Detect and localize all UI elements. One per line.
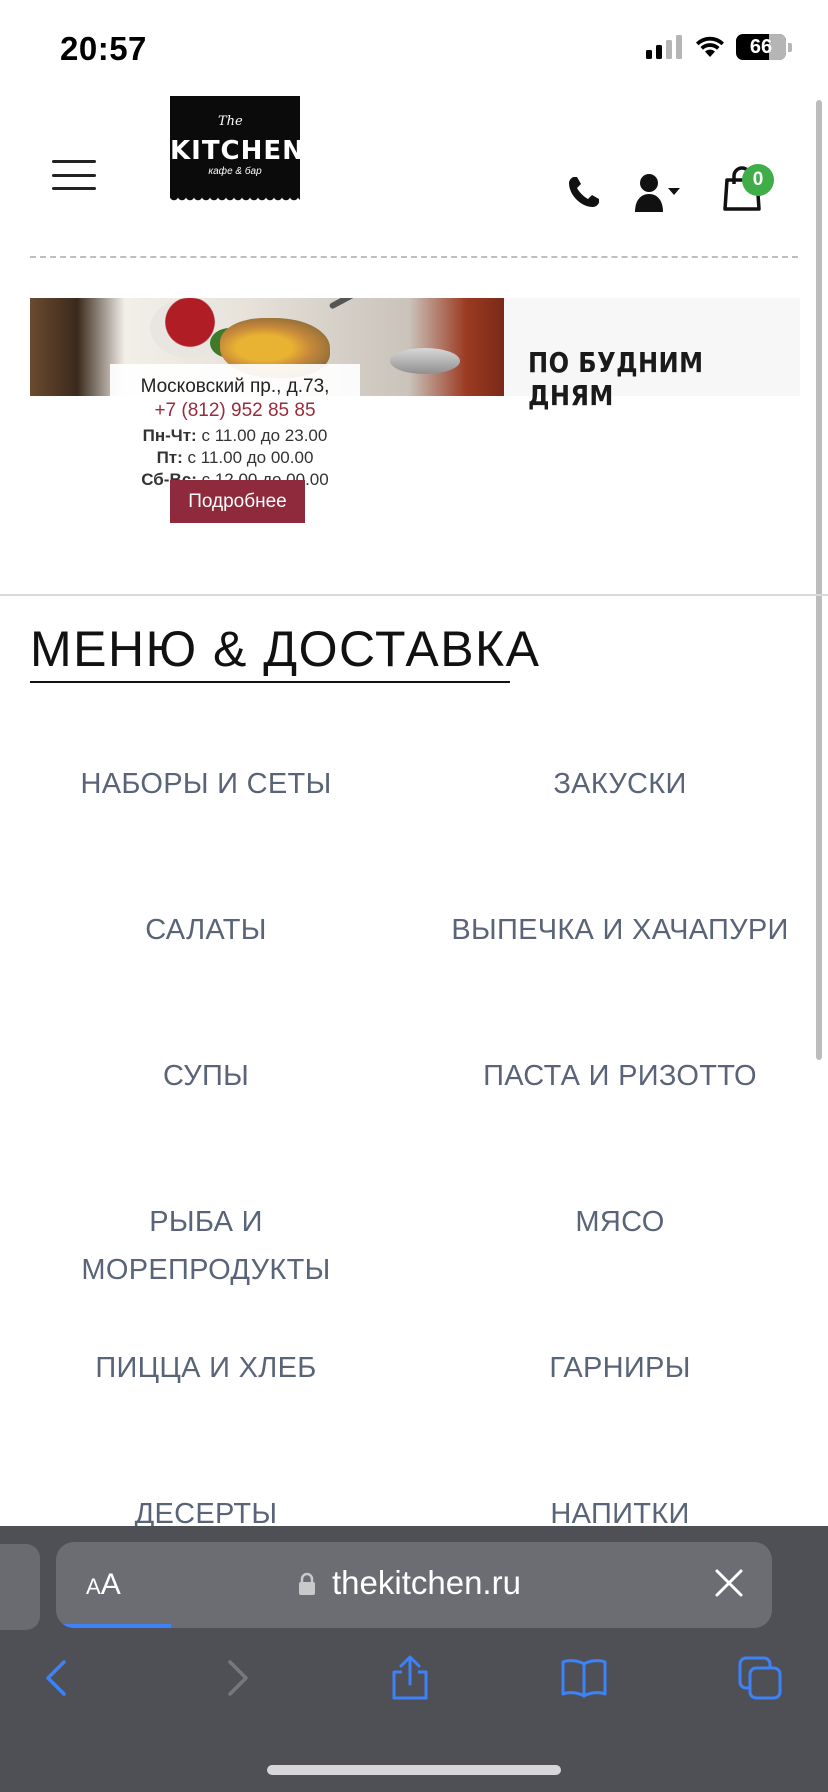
address-bar[interactable]: AA thekitchen.ru — [56, 1542, 772, 1628]
menu-category-link[interactable]: ЗАКУСКИ — [430, 760, 810, 808]
user-icon[interactable] — [634, 172, 686, 212]
status-time: 20:57 — [60, 30, 147, 67]
close-icon[interactable] — [712, 1566, 746, 1600]
wifi-icon — [696, 36, 724, 57]
bookmarks-icon[interactable] — [560, 1654, 608, 1702]
battery-icon: 66 — [736, 34, 786, 60]
hours-days: Пт: — [156, 448, 183, 467]
logo-the: The — [218, 114, 243, 129]
menu-section-title: МЕНЮ & ДОСТАВКА — [30, 621, 541, 677]
cellular-signal-icon — [646, 35, 682, 59]
restaurant-phone[interactable]: +7 (812) 952 85 85 — [0, 400, 470, 422]
hours-time: с 11.00 до 00.00 — [187, 448, 314, 467]
logo-subtitle: кафе & бар — [208, 166, 262, 177]
status-icons: 66 — [646, 34, 792, 60]
menu-category-link[interactable]: ПИЦЦА И ХЛЕБ — [16, 1344, 396, 1392]
status-bar: 20:57 66 — [0, 0, 828, 96]
menu-category-link[interactable]: НАБОРЫ И СЕТЫ — [16, 760, 396, 808]
url-text[interactable]: thekitchen.ru — [332, 1564, 521, 1602]
forward-icon[interactable] — [212, 1654, 260, 1702]
menu-category-link[interactable]: РЫБА И МОРЕПРОДУКТЫ — [36, 1198, 376, 1294]
banner-title: ПО БУДНИМ ДНЯМ — [528, 346, 704, 412]
phone-icon[interactable] — [566, 174, 602, 210]
share-icon[interactable] — [386, 1654, 434, 1702]
menu-category-link[interactable]: СУПЫ — [16, 1052, 396, 1100]
hours-line: Пн-Чт: с 11.00 до 23.00 — [0, 426, 470, 446]
cart-count-badge: 0 — [742, 164, 774, 196]
battery-nub — [788, 42, 792, 52]
hours-time: с 11.00 до 23.00 — [201, 426, 328, 445]
hours-line: Пт: с 11.00 до 00.00 — [0, 448, 470, 468]
more-details-button[interactable]: Подробнее — [170, 480, 305, 523]
menu-icon[interactable] — [52, 160, 96, 190]
lock-icon — [299, 1572, 315, 1595]
section-separator — [0, 594, 828, 596]
previous-tab-preview[interactable] — [0, 1544, 40, 1630]
menu-category-link[interactable]: МЯСО — [430, 1198, 810, 1246]
site-header: The KITCHEN кафе & бар 0 — [0, 96, 828, 256]
menu-category-link[interactable]: САЛАТЫ — [16, 906, 396, 954]
text-size-button[interactable]: AA — [86, 1568, 121, 1602]
home-indicator[interactable] — [267, 1765, 561, 1775]
logo-edge — [170, 196, 300, 204]
logo-name: KITCHEN — [170, 136, 305, 166]
back-icon[interactable] — [34, 1654, 82, 1702]
menu-category-link[interactable]: ВЫПЕЧКА И ХАЧАПУРИ — [430, 906, 810, 954]
page-load-progress — [56, 1624, 171, 1628]
restaurant-address: Московский пр., д.73, — [140, 376, 330, 397]
banner-text-panel: ПО БУДНИМ ДНЯМ — [504, 298, 800, 412]
title-underline — [30, 681, 510, 683]
menu-category-link[interactable]: ГАРНИРЫ — [430, 1344, 810, 1392]
chevron-down-icon — [668, 188, 680, 195]
header-divider — [30, 256, 798, 258]
tabs-icon[interactable] — [736, 1654, 784, 1702]
battery-percent: 66 — [749, 35, 773, 58]
menu-category-link[interactable]: ПАСТА И РИЗОТТО — [430, 1052, 810, 1100]
site-logo[interactable]: The KITCHEN кафе & бар — [170, 96, 305, 196]
hours-days: Пн-Чт: — [142, 426, 197, 445]
